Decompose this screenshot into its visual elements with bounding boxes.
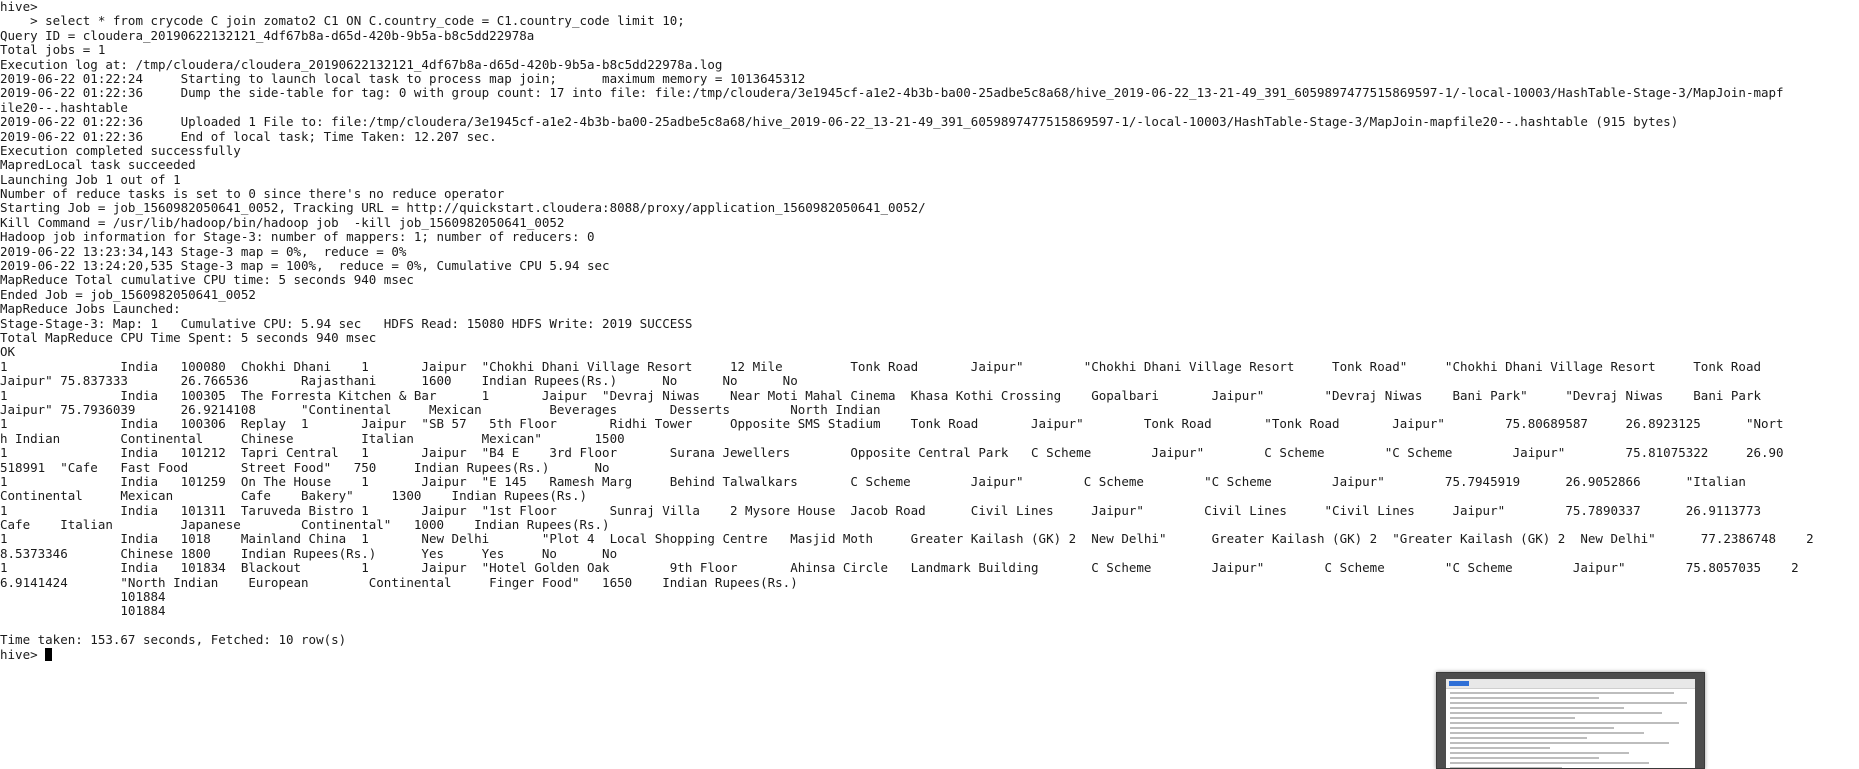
thumbnail-content	[1446, 679, 1695, 768]
terminal-line: 1 India 101834 Blackout 1 Jaipur "Hotel …	[0, 560, 1799, 576]
terminal-line: 2019-06-22 01:22:24 Starting to launch l…	[0, 70, 806, 86]
thumbnail-line	[1450, 722, 1680, 724]
terminal-line: 1 India 101212 Tapri Central 1 Jaipur "B…	[0, 445, 1784, 461]
thumbnail-line	[1450, 712, 1662, 714]
terminal-line: 518991 "Cafe Fast Food Street Food" 750 …	[0, 459, 610, 475]
thumbnail-toolbar	[1446, 679, 1695, 689]
terminal-line: Query ID = cloudera_20190622132121_4df67…	[0, 27, 535, 43]
terminal-line: 1 India 101259 On The House 1 Jaipur "E …	[0, 473, 1769, 489]
terminal-line: Cafe Italian Japanese Continental" 1000 …	[0, 517, 610, 533]
terminal-line: Launching Job 1 out of 1	[0, 171, 181, 187]
terminal-line: 1 India 101311 Taruveda Bistro 1 Jaipur …	[0, 502, 1792, 518]
terminal-line: 2019-06-22 01:22:36 Dump the side-table …	[0, 85, 1784, 101]
terminal-line: 6.9141424 "North Indian European Contine…	[0, 574, 798, 590]
terminal-line: Total MapReduce CPU Time Spent: 5 second…	[0, 329, 377, 345]
thumbnail-line	[1450, 702, 1687, 704]
terminal-line: Jaipur" 75.7936039 26.9214108 "Continent…	[0, 401, 881, 417]
prompt-text: hive>	[0, 646, 46, 662]
terminal-line: 1 India 100305 The Forresta Kitchen & Ba…	[0, 387, 1814, 403]
terminal-line: Execution log at: /tmp/cloudera/cloudera…	[0, 56, 723, 72]
thumbnail-line	[1450, 742, 1670, 744]
thumbnail-line	[1450, 697, 1600, 699]
thumbnail-line	[1450, 717, 1575, 719]
terminal-line: 8.5373346 Chinese 1800 Indian Rupees(Rs.…	[0, 545, 618, 561]
terminal-line: h Indian Continental Chinese Italian Mex…	[0, 430, 625, 446]
terminal-line: MapReduce Jobs Launched:	[0, 301, 181, 317]
terminal-line: 1 India 1018 Mainland China 1 New Delhi …	[0, 531, 1814, 547]
thumbnail-line	[1450, 727, 1615, 729]
terminal-line: 2019-06-22 01:22:36 Uploaded 1 File to: …	[0, 114, 1679, 130]
thumbnail-line	[1450, 747, 1550, 749]
thumbnail-line	[1450, 757, 1600, 759]
terminal-line: Ended Job = job_1560982050641_0052	[0, 286, 256, 302]
hive-prompt[interactable]: hive>	[0, 646, 1859, 662]
terminal-line: 2019-06-22 01:22:36 End of local task; T…	[0, 128, 497, 144]
terminal-line: ile20--.hashtable	[0, 99, 128, 115]
thumbnail-line	[1450, 707, 1625, 709]
thumbnail-line	[1450, 752, 1630, 754]
terminal-line: 1 India 100080 Chokhi Dhani 1 Jaipur "Ch…	[0, 358, 1814, 374]
terminal-line: OK	[0, 344, 16, 360]
terminal-line: Jaipur" 75.837333 26.766536 Rajasthani 1…	[0, 373, 798, 389]
terminal-line: 2019-06-22 13:24:20,535 Stage-3 map = 10…	[0, 258, 610, 274]
terminal-line: Hadoop job information for Stage-3: numb…	[0, 229, 595, 245]
thumbnail-line	[1450, 732, 1645, 734]
terminal-line: 101884	[0, 589, 166, 605]
terminal-line: > select * from crycode C join zomato2 C…	[0, 13, 685, 29]
terminal-line: Number of reduce tasks is set to 0 since…	[0, 186, 505, 202]
terminal-line: Starting Job = job_1560982050641_0052, T…	[0, 200, 926, 216]
terminal-line: 101884	[0, 603, 166, 619]
terminal-line: Continental Mexican Cafe Bakery" 1300 In…	[0, 488, 587, 504]
thumbnail-tab	[1449, 681, 1469, 686]
thumbnail-line	[1450, 737, 1587, 739]
thumbnail-line	[1450, 767, 1563, 768]
thumbnail-line	[1450, 762, 1650, 764]
terminal-output: hive> > select * from crycode C join zom…	[0, 0, 1859, 648]
thumbnail-line	[1450, 692, 1675, 694]
terminal-line: 1 India 100306 Replay 1 Jaipur "SB 57 5t…	[0, 416, 1784, 432]
text-cursor	[45, 647, 53, 661]
terminal-window[interactable]: hive> > select * from crycode C join zom…	[0, 0, 1859, 757]
terminal-line: Stage-Stage-3: Map: 1 Cumulative CPU: 5.…	[0, 315, 693, 331]
terminal-line: Total jobs = 1	[0, 42, 106, 58]
terminal-line: hive>	[0, 0, 38, 14]
terminal-line: MapReduce Total cumulative CPU time: 5 s…	[0, 272, 414, 288]
terminal-line: MapredLocal task succeeded	[0, 157, 196, 173]
terminal-line: 2019-06-22 13:23:34,143 Stage-3 map = 0%…	[0, 243, 407, 259]
terminal-line: Execution completed successfully	[0, 142, 241, 158]
terminal-line: Time taken: 153.67 seconds, Fetched: 10 …	[0, 632, 347, 648]
terminal-line: Kill Command = /usr/lib/hadoop/bin/hadoo…	[0, 214, 565, 230]
window-thumbnail-preview[interactable]	[1436, 672, 1705, 769]
